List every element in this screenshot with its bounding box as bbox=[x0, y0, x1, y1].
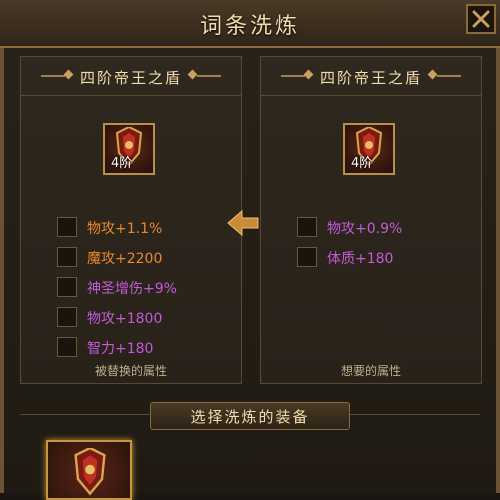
panel-header: 四阶帝王之盾 bbox=[261, 57, 481, 96]
attribute-checkbox[interactable] bbox=[297, 217, 317, 237]
title-bar: 词条洗炼 bbox=[0, 0, 500, 48]
attribute-checkbox[interactable] bbox=[57, 307, 77, 327]
equipment-slot[interactable] bbox=[46, 440, 132, 500]
shield-icon bbox=[74, 448, 106, 496]
attribute-text: 魔攻+2200 bbox=[87, 251, 163, 267]
desired-attributes-panel: 四阶帝王之盾 4阶 物攻+0.9% 体质+180 想要的属性 bbox=[260, 56, 482, 384]
attribute-checkbox[interactable] bbox=[57, 247, 77, 267]
panel-caption: 被替换的属性 bbox=[94, 364, 167, 378]
divider bbox=[197, 75, 221, 77]
close-button[interactable] bbox=[466, 4, 496, 34]
tier-label: 4阶 bbox=[111, 156, 133, 171]
select-equipment-label: 选择洗炼的装备 bbox=[190, 408, 310, 426]
attribute-checkbox[interactable] bbox=[297, 247, 317, 267]
attribute-text: 神圣增伤+9% bbox=[87, 281, 177, 297]
attribute-text: 物攻+0.9% bbox=[327, 221, 403, 237]
replaced-attributes-panel: 四阶帝王之盾 4阶 物攻+1.1% 魔攻+2200 神圣增伤+9% 物攻+180… bbox=[20, 56, 242, 384]
select-equipment-header: 选择洗炼的装备 bbox=[150, 402, 350, 430]
attribute-checkbox[interactable] bbox=[57, 277, 77, 297]
window-title: 词条洗炼 bbox=[199, 14, 300, 39]
attribute-text: 物攻+1800 bbox=[87, 311, 163, 327]
arrow-left-icon bbox=[227, 209, 259, 237]
attribute-text: 体质+180 bbox=[327, 251, 394, 267]
item-slot[interactable]: 4阶 bbox=[343, 123, 395, 175]
attribute-text: 物攻+1.1% bbox=[87, 221, 163, 237]
item-slot[interactable]: 4阶 bbox=[103, 123, 155, 175]
attribute-checkbox[interactable] bbox=[57, 337, 77, 357]
panel-caption: 想要的属性 bbox=[340, 364, 401, 378]
item-name: 四阶帝王之盾 bbox=[79, 69, 182, 87]
attribute-text: 智力+180 bbox=[87, 341, 154, 357]
divider bbox=[437, 75, 461, 77]
attribute-checkbox[interactable] bbox=[57, 217, 77, 237]
panel-header: 四阶帝王之盾 bbox=[21, 57, 241, 96]
tier-label: 4阶 bbox=[351, 156, 373, 171]
item-name: 四阶帝王之盾 bbox=[319, 69, 422, 87]
close-icon bbox=[472, 10, 490, 28]
